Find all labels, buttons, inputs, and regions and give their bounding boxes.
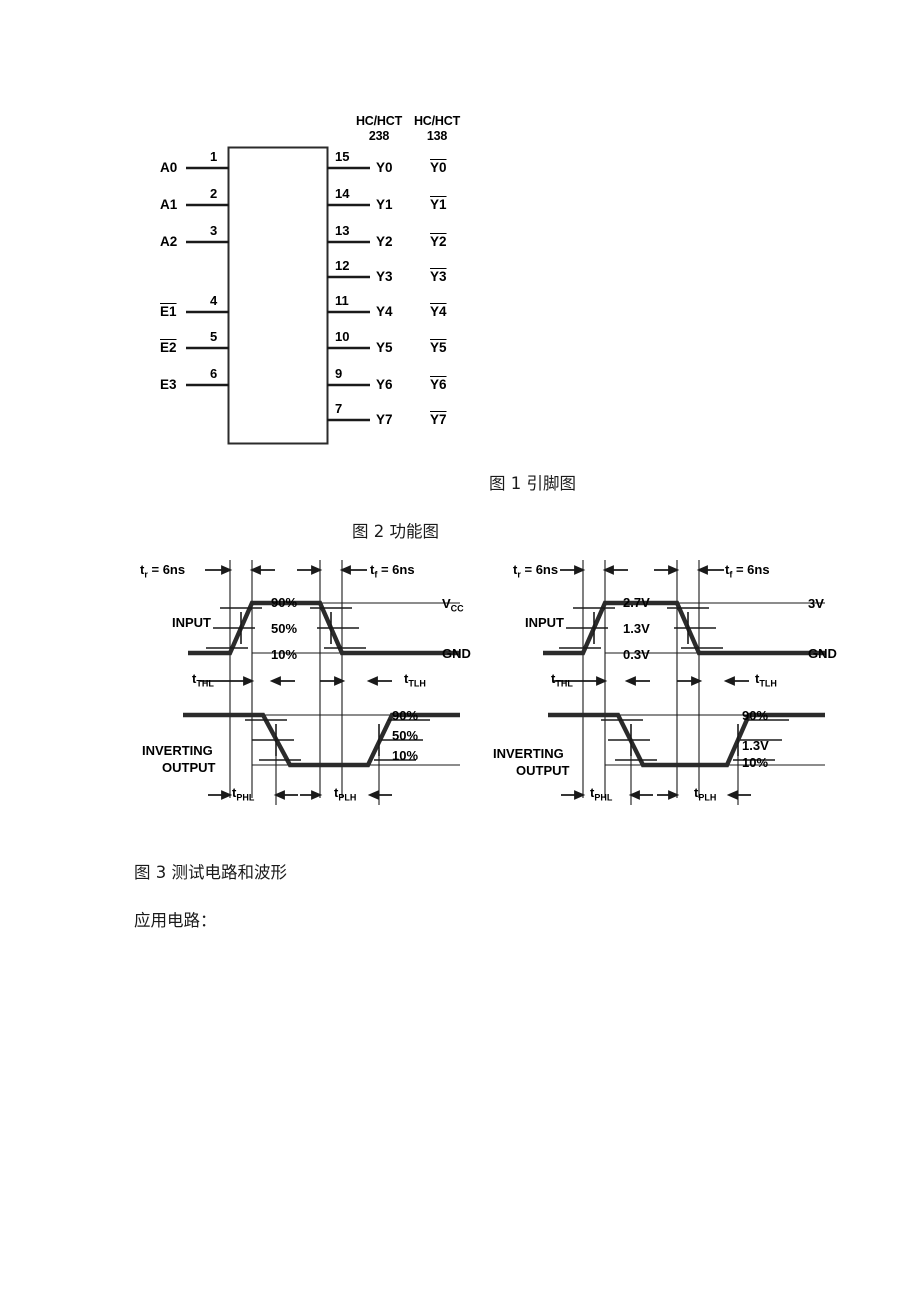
ttl-3v-rail-label: 3V bbox=[808, 596, 824, 611]
ttl-output-threshold-13v: 1.3V bbox=[742, 738, 769, 753]
cmos-output-threshold-10: 10% bbox=[392, 748, 419, 763]
output-138-y6: Y6 bbox=[430, 377, 447, 392]
input-pin-number-5: 5 bbox=[210, 329, 218, 344]
figure2-caption: 图 2 功能图 bbox=[352, 522, 439, 541]
output-138-y5: Y5 bbox=[430, 340, 447, 355]
input-label-e2: E2 bbox=[160, 340, 177, 355]
output-238-y5: Y5 bbox=[376, 340, 393, 355]
input-pin-number-2: 2 bbox=[210, 186, 218, 201]
output-pin-number-14: 14 bbox=[335, 186, 350, 201]
cmos-fall-time-label: tf = 6ns bbox=[370, 562, 415, 580]
cmos-gnd-rail-label: GND bbox=[442, 646, 471, 661]
cmos-tthl-label: tTHL bbox=[192, 671, 214, 689]
cmos-tplh-label: tPLH bbox=[334, 785, 357, 803]
ttl-tphl-label: tPHL bbox=[590, 785, 613, 803]
document-page: HC/HCT 238 HC/HCT 138 A0 A1 A2 E1 E2 E3 … bbox=[0, 0, 920, 1302]
cmos-input-threshold-50: 50% bbox=[271, 621, 298, 636]
waveform-panel-cmos-graphic bbox=[183, 560, 460, 805]
output-238-y4: Y4 bbox=[376, 304, 393, 319]
cmos-ttlh-label: tTLH bbox=[404, 671, 426, 689]
ttl-gnd-rail-label: GND bbox=[808, 646, 837, 661]
ttl-prop-delay-guides bbox=[630, 750, 739, 805]
cmos-rise-time-label: tr = 6ns bbox=[140, 562, 186, 580]
cmos-prop-delay-guides bbox=[275, 750, 380, 805]
ttl-output-label-line2: OUTPUT bbox=[516, 763, 570, 778]
ttl-ttlh-label: tTLH bbox=[755, 671, 777, 689]
ttl-transition-time-arrows bbox=[553, 676, 749, 686]
ttl-tthl-label: tTHL bbox=[551, 671, 573, 689]
ttl-input-threshold-13v: 1.3V bbox=[623, 621, 650, 636]
output-pin-number-11: 11 bbox=[335, 293, 349, 308]
cmos-output-threshold-50: 50% bbox=[392, 728, 419, 743]
cmos-transition-time-arrows bbox=[200, 676, 392, 686]
ttl-output-threshold-10: 10% bbox=[742, 755, 769, 770]
cmos-transition-arrows bbox=[205, 565, 367, 575]
cmos-output-label-line2: OUTPUT bbox=[162, 760, 216, 775]
ttl-input-threshold-27v: 2.7V bbox=[623, 595, 650, 610]
cmos-input-threshold-90: 90% bbox=[271, 595, 298, 610]
input-pin-number-3: 3 bbox=[210, 223, 218, 238]
input-pin-number-1: 1 bbox=[210, 149, 218, 164]
application-circuit-note: 应用电路： bbox=[134, 911, 217, 930]
output-238-y0: Y0 bbox=[376, 160, 393, 175]
input-label-e1: E1 bbox=[160, 304, 177, 319]
pin-diagram-graphic bbox=[186, 146, 370, 445]
ttl-output-waveform bbox=[548, 712, 825, 768]
output-pin-number-9: 9 bbox=[335, 366, 343, 381]
ttl-tplh-label: tPLH bbox=[694, 785, 717, 803]
figure3-caption: 图 3 测试电路和波形 bbox=[134, 863, 287, 882]
ic-body-rectangle bbox=[227, 146, 329, 445]
input-leads bbox=[186, 166, 229, 387]
ttl-fall-time-label: tf = 6ns bbox=[725, 562, 770, 580]
output-pin-number-15: 15 bbox=[335, 149, 350, 164]
output-138-y3: Y3 bbox=[430, 269, 447, 284]
ttl-output-label-line1: INVERTING bbox=[493, 746, 564, 761]
ttl-rise-time-label: tr = 6ns bbox=[513, 562, 559, 580]
output-238-y3: Y3 bbox=[376, 269, 393, 284]
cmos-tphl-label: tPHL bbox=[232, 785, 255, 803]
output-238-y6: Y6 bbox=[376, 377, 393, 392]
output-pin-number-13: 13 bbox=[335, 223, 350, 238]
cmos-output-label-line1: INVERTING bbox=[142, 743, 213, 758]
cmos-output-threshold-90: 90% bbox=[392, 708, 419, 723]
input-label-a0: A0 bbox=[160, 160, 178, 175]
output-138-y2: Y2 bbox=[430, 234, 447, 249]
figure-pin-diagram: HC/HCT 238 HC/HCT 138 A0 A1 A2 E1 E2 E3 … bbox=[0, 0, 920, 470]
output-138-y4: Y4 bbox=[430, 304, 447, 319]
figure1-caption: 图 1 引脚图 bbox=[489, 474, 576, 493]
ttl-input-threshold-03v: 0.3V bbox=[623, 647, 650, 662]
input-label-a2: A2 bbox=[160, 234, 178, 249]
output-pin-number-7: 7 bbox=[335, 401, 343, 416]
input-pin-number-4: 4 bbox=[210, 293, 218, 308]
output-138-y0: Y0 bbox=[430, 160, 447, 175]
input-label-a1: A1 bbox=[160, 197, 178, 212]
ttl-input-label: INPUT bbox=[525, 615, 564, 630]
output-138-y7: Y7 bbox=[430, 412, 447, 427]
output-238-y7: Y7 bbox=[376, 412, 393, 427]
output-pin-number-10: 10 bbox=[335, 329, 350, 344]
input-pin-number-6: 6 bbox=[210, 366, 218, 381]
cmos-vcc-rail-label: VCC bbox=[442, 596, 464, 614]
figure-test-waveforms: tr = 6ns tf = 6ns INPUT 90% 50% 10% VCC … bbox=[0, 550, 920, 820]
output-138-y1: Y1 bbox=[430, 197, 447, 212]
output-pin-number-12: 12 bbox=[335, 258, 350, 273]
output-238-y1: Y1 bbox=[376, 197, 393, 212]
input-label-e3: E3 bbox=[160, 377, 177, 392]
cmos-input-threshold-10: 10% bbox=[271, 647, 298, 662]
output-238-y2: Y2 bbox=[376, 234, 393, 249]
cmos-input-label: INPUT bbox=[172, 615, 211, 630]
ttl-output-threshold-90: 90% bbox=[742, 708, 769, 723]
